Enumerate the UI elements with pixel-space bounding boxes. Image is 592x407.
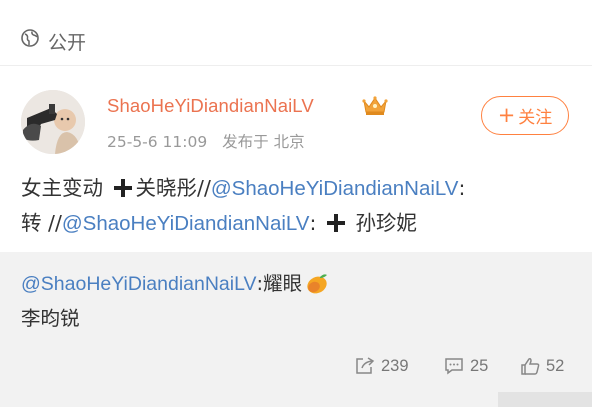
forward-count: 239 [381,356,409,375]
follow-button[interactable]: + 关注 [481,96,569,135]
retweet-name: 李昀锐 [21,307,80,330]
crown-icon [362,96,388,115]
thumbs-up-icon [521,358,540,375]
like-count: 52 [546,356,565,375]
content-name: 关晓彤 [135,176,198,200]
content-line-1: 女主变动 关晓彤//@ShaoHeYiDiandianNaiLV: [21,171,581,206]
colon: : [309,211,317,235]
retweet-body: :耀眼 [256,272,303,295]
content-line-2: 转 //@ShaoHeYiDiandianNaiLV: 孙珍妮 [21,206,581,241]
content-prefix: 转 [21,211,42,235]
weibo-post: ShaoHeYiDiandianNaiLV 25-5-6 11:09 发布于 北… [0,67,592,251]
retweet-mention-link[interactable]: @ShaoHeYiDiandianNaiLV [21,273,257,295]
forward-button[interactable]: 239 [355,352,409,380]
mention-link[interactable]: @ShaoHeYiDiandianNaiLV [211,177,459,200]
comment-count: 25 [470,356,489,375]
globe-icon [21,29,39,47]
like-button[interactable]: 52 [520,352,564,380]
post-content: 女主变动 关晓彤//@ShaoHeYiDiandianNaiLV: 转 //@S… [21,171,581,241]
repost-separator: // [48,211,62,235]
follow-label: 关注 [518,108,553,128]
plus-icon: + [497,103,516,127]
avatar[interactable] [21,90,85,154]
retweet-text: @ShaoHeYiDiandianNaiLV:耀眼 [21,268,329,300]
watermark [498,392,592,407]
post-meta: 25-5-6 11:09 发布于 北京 [107,130,315,152]
post-date: 25-5-6 11:09 [107,133,208,151]
retweet-card[interactable]: @ShaoHeYiDiandianNaiLV:耀眼 李昀锐 239 25 52 [0,252,592,407]
comment-icon [445,358,463,375]
repost-separator: // [197,176,211,200]
content-text: 女主变动 [21,176,103,200]
colon: : [458,176,466,200]
visibility-label: 公开 [48,32,87,54]
mention-link[interactable]: @ShaoHeYiDiandianNaiLV [62,212,310,235]
content-name: 孙珍妮 [355,211,417,235]
plus-emoji-icon [326,214,345,232]
visibility-bar: 公开 [0,0,592,66]
post-username[interactable]: ShaoHeYiDiandianNaiLV [107,95,314,117]
avatar-image [21,90,85,154]
plus-emoji-icon [113,179,132,197]
post-location: 发布于 北京 [222,133,305,151]
comment-button[interactable]: 25 [444,352,488,380]
mango-icon [307,274,328,294]
share-icon [356,357,375,374]
